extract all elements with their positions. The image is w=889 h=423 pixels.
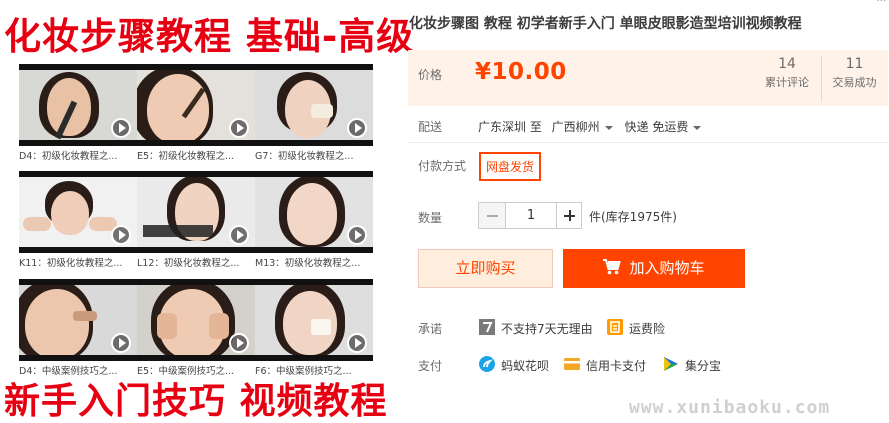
sales-count-stat: 11 交易成功: [821, 56, 887, 102]
no-return-icon: [479, 319, 495, 335]
play-icon: [229, 333, 249, 353]
payment-method-option[interactable]: 网盘发货: [479, 152, 542, 181]
product-main-image[interactable]: 化妆步骤教程 基础-高级 D4：初级化妆教程之... E5：初级化妆教程之...…: [0, 0, 413, 423]
video-thumbnail: E5：初级化妆教程之...: [137, 64, 255, 164]
review-count: 14: [778, 56, 796, 72]
video-thumbnail: E5：中级案例技巧之...: [137, 279, 255, 379]
video-thumbnail: M13：初级化妆教程之...: [255, 171, 373, 271]
video-thumbnail: D4：初级化妆教程之...: [19, 64, 137, 164]
video-thumbnail: K11：初级化妆教程之...: [19, 171, 137, 271]
ship-to-dropdown[interactable]: 广西柳州: [552, 120, 625, 134]
thumbnail-caption: G7：初级化妆教程之...: [255, 151, 354, 162]
thumbnail-caption: L12：初级化妆教程之...: [137, 258, 240, 269]
buy-now-button[interactable]: 立即购买: [418, 249, 553, 288]
play-icon: [229, 118, 249, 138]
add-to-cart-button[interactable]: 加入购物车: [563, 249, 745, 288]
corner-link[interactable]: ...: [876, 0, 886, 4]
shipping-info: 广东深圳 至 广西柳州 快递 免运费: [478, 118, 709, 135]
promo-headline-bottom: 新手入门技巧 视频教程: [4, 381, 388, 422]
payment-label: 支付: [418, 359, 443, 373]
quantity-input[interactable]: 1: [505, 202, 557, 229]
video-thumbnail: G7：初级化妆教程之...: [255, 64, 373, 164]
video-thumbnail: L12：初级化妆教程之...: [137, 171, 255, 271]
quantity-label: 数量: [418, 211, 443, 225]
video-thumbnail: F6：中级案例技巧之...: [255, 279, 373, 379]
jifenbao-icon: [664, 357, 678, 371]
video-thumbnail: D4：中级案例技巧之...: [19, 279, 137, 379]
chevron-down-icon: [693, 125, 702, 130]
thumbnail-caption: E5：初级化妆教程之...: [137, 151, 235, 162]
watermark: www.xunibaoku.com: [629, 397, 831, 418]
stock-text: 件(库存1975件): [589, 210, 677, 224]
add-to-cart-label: 加入购物车: [629, 259, 705, 277]
play-icon: [111, 118, 131, 138]
ship-from: 广东深圳 至: [478, 120, 542, 134]
huabei-icon: [479, 356, 495, 372]
ship-method-dropdown[interactable]: 快递 免运费: [625, 120, 710, 134]
promise-label: 承诺: [418, 322, 443, 336]
price-label: 价格: [418, 68, 443, 82]
ship-to: 广西柳州: [551, 120, 600, 134]
play-icon: [347, 225, 367, 245]
product-title: 化妆步骤图 教程 初学者新手入门 单眼皮眼影造型培训视频教程: [409, 16, 802, 32]
shipping-insurance-icon: [607, 319, 623, 335]
cart-icon: [603, 259, 622, 275]
quantity-decrease-button[interactable]: [478, 202, 506, 229]
play-icon: [111, 333, 131, 353]
quantity-increase-button[interactable]: [556, 202, 582, 229]
price-panel: 价格 ¥10.00 14 累计评论 11 交易成功: [408, 50, 888, 106]
review-count-link[interactable]: 14 累计评论: [754, 56, 820, 90]
sales-count-label: 交易成功: [832, 76, 877, 89]
price-value: ¥10.00: [475, 59, 567, 85]
review-count-label: 累计评论: [765, 76, 809, 89]
divider: [408, 142, 888, 143]
thumbnail-caption: M13：初级化妆教程之...: [255, 258, 361, 269]
chevron-down-icon: [604, 125, 613, 130]
shipping-label: 配送: [418, 120, 443, 134]
payment-method-label: 付款方式: [418, 159, 467, 173]
ship-method: 快递 免运费: [624, 120, 689, 134]
play-icon: [347, 333, 367, 353]
sales-count: 11: [845, 56, 864, 72]
play-icon: [347, 118, 367, 138]
play-icon: [111, 225, 131, 245]
thumbnail-caption: K11：初级化妆教程之...: [19, 258, 123, 269]
play-icon: [229, 225, 249, 245]
promo-headline-top: 化妆步骤教程 基础-高级: [4, 15, 415, 58]
thumbnail-caption: D4：初级化妆教程之...: [19, 151, 118, 162]
credit-card-icon: [564, 358, 580, 370]
